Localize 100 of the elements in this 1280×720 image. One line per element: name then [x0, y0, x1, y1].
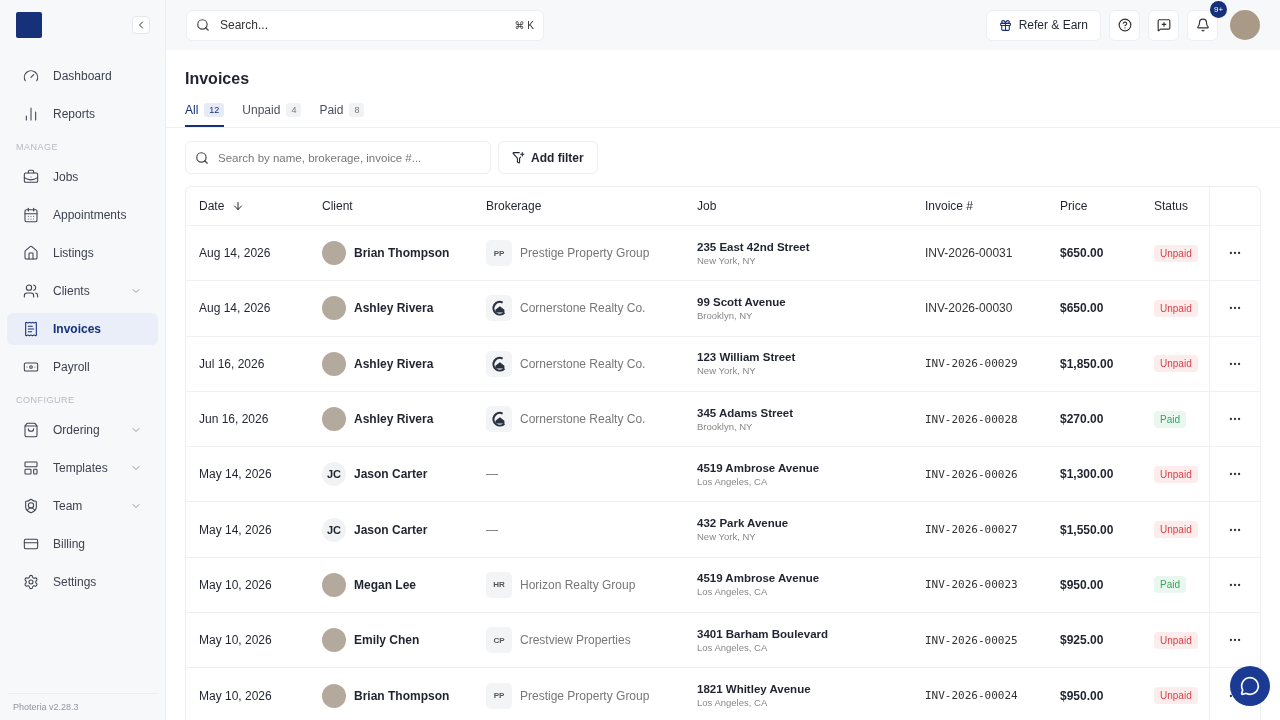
brokerage-name: Cornerstone Realty Co.: [520, 356, 646, 371]
price-cell: $925.00: [1060, 633, 1104, 648]
job-city: New York, NY: [697, 365, 757, 377]
message-button[interactable]: [1148, 9, 1179, 41]
client-name: Ashley Rivera: [354, 412, 434, 427]
date-cell: May 10, 2026: [199, 577, 272, 592]
sidebar-item-icon: [23, 422, 39, 438]
date-cell: Jun 16, 2026: [199, 412, 269, 427]
sidebar-item-icon: [23, 359, 39, 375]
brokerage-name: Cornerstone Realty Co.: [520, 301, 646, 316]
client-initials-avatar: JC: [322, 517, 346, 542]
status-badge: Unpaid: [1154, 631, 1198, 649]
date-cell: May 14, 2026: [199, 467, 272, 482]
filter-tab[interactable]: All 12: [185, 103, 225, 127]
column-header: Brokerage: [486, 199, 542, 213]
sidebar-item-icon: [23, 460, 39, 476]
client-name: Jason Carter: [354, 467, 428, 482]
price-cell: $270.00: [1060, 412, 1104, 427]
tab-count: 4: [286, 103, 302, 117]
invoice-number: INV-2026-00031: [925, 246, 1013, 261]
sidebar-item-icon: [23, 574, 39, 590]
job-city: New York, NY: [697, 531, 757, 543]
job-address: 4519 Ambrose Avenue: [697, 461, 820, 474]
filter-tab[interactable]: Paid 8: [319, 103, 365, 127]
column-header: Client: [322, 199, 353, 213]
brokerage-name: Crestview Properties: [520, 633, 631, 648]
page-title: Invoices: [185, 70, 251, 88]
search-icon: [195, 150, 209, 165]
avatar-photo-placeholder: [322, 296, 346, 321]
user-avatar[interactable]: [1230, 10, 1260, 40]
job-address: 4519 Ambrose Avenue: [697, 572, 820, 585]
price-cell: $1,300.00: [1060, 467, 1114, 482]
job-city: Brooklyn, NY: [697, 420, 754, 432]
client-initials-avatar: JC: [322, 462, 346, 487]
funnel-plus-icon: [512, 151, 525, 164]
notification-badge: 9+: [1210, 0, 1227, 18]
status-badge: Paid: [1154, 576, 1186, 594]
sidebar-item-icon: [23, 169, 39, 185]
job-address: 99 Scott Avenue: [697, 295, 786, 308]
client-name: Emily Chen: [354, 633, 420, 648]
price-cell: $650.00: [1060, 301, 1104, 316]
date-cell: Aug 14, 2026: [199, 246, 271, 261]
date-cell: Jul 16, 2026: [199, 356, 265, 371]
sidebar-item-icon: [23, 106, 39, 122]
job-city: Los Angeles, CA: [697, 586, 769, 598]
sidebar-item[interactable]: Payroll: [7, 351, 158, 383]
sidebar-item[interactable]: Ordering: [7, 414, 158, 446]
brokerage-name: Prestige Property Group: [520, 246, 650, 261]
sidebar-section-heading: MANAGE: [15, 141, 59, 154]
column-header: Invoice #: [925, 199, 974, 213]
sidebar-item[interactable]: Clients: [7, 275, 158, 307]
message-plus-icon: [1156, 18, 1171, 32]
sidebar-item[interactable]: Reports: [7, 98, 158, 130]
sort-arrow-icon[interactable]: [232, 200, 245, 212]
price-cell: $950.00: [1060, 688, 1104, 703]
date-cell: May 14, 2026: [199, 522, 272, 537]
status-badge: Unpaid: [1154, 687, 1198, 704]
client-name: Jason Carter: [354, 522, 428, 537]
add-filter-button[interactable]: Add filter: [498, 141, 598, 174]
status-badge: Unpaid: [1154, 521, 1198, 539]
sidebar-item[interactable]: Appointments: [7, 199, 158, 231]
sidebar-item[interactable]: Listings: [7, 237, 158, 269]
sidebar-item-icon: [23, 207, 39, 223]
client-name: Ashley Rivera: [354, 356, 434, 371]
refer-and-earn-button[interactable]: Refer & Earn: [985, 9, 1101, 41]
job-address: 3401 Barham Boulevard: [697, 627, 829, 640]
job-city: New York, NY: [697, 254, 757, 266]
sidebar-item-icon: [23, 68, 39, 84]
version-label: Photeria v2.28.3: [7, 693, 158, 720]
tab-count: 12: [204, 103, 225, 117]
collapse-sidebar-button[interactable]: [132, 16, 150, 34]
sidebar-item-icon: [23, 283, 39, 299]
sidebar-item-icon: [23, 498, 39, 514]
search-icon: [196, 18, 210, 32]
help-button[interactable]: [1109, 9, 1140, 41]
avatar-photo-placeholder: [322, 683, 346, 708]
sidebar-item[interactable]: Jobs: [7, 161, 158, 193]
sidebar-item[interactable]: Templates: [7, 452, 158, 484]
price-cell: $950.00: [1060, 577, 1104, 592]
status-badge: Unpaid: [1154, 355, 1198, 373]
filter-tab[interactable]: Unpaid 4: [242, 103, 302, 127]
column-header: Price: [1060, 199, 1088, 213]
empty-dash: —: [486, 467, 498, 482]
brokerage-initials-logo: PP: [486, 682, 512, 709]
sidebar-item[interactable]: Settings: [7, 566, 158, 598]
sidebar-item[interactable]: Billing: [7, 528, 158, 560]
date-cell: May 10, 2026: [199, 688, 272, 703]
brokerage-initials-logo: PP: [486, 240, 512, 267]
client-name: Brian Thompson: [354, 688, 450, 703]
column-header[interactable]: Date: [199, 199, 225, 213]
sidebar-item[interactable]: Dashboard: [7, 60, 158, 92]
job-city: Brooklyn, NY: [697, 309, 754, 321]
invoice-search-field[interactable]: Search by name, brokerage, invoice #...: [185, 141, 491, 174]
job-address: 1821 Whitley Avenue: [697, 683, 811, 695]
sidebar-item[interactable]: Team: [7, 490, 158, 522]
house-arc-logo-icon: [490, 299, 508, 318]
app-logo: [16, 12, 42, 38]
invoice-number: INV-2026-00027: [925, 523, 1018, 537]
sidebar-item[interactable]: Invoices: [7, 313, 158, 345]
client-name: Ashley Rivera: [354, 301, 434, 316]
